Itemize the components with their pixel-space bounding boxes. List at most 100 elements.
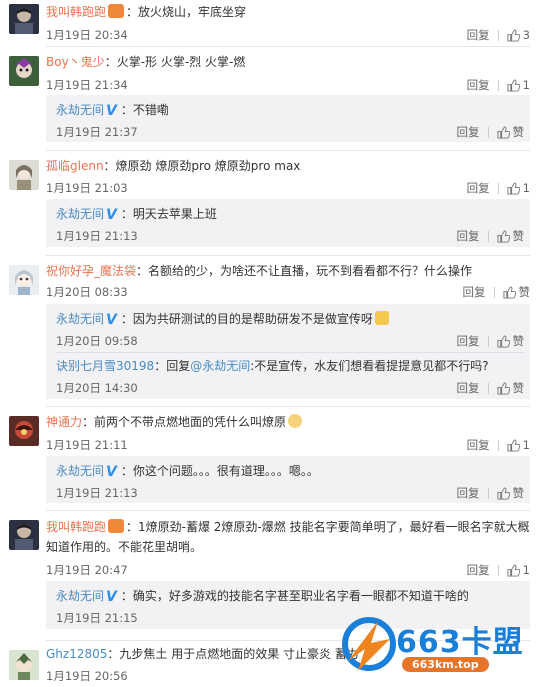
- reply-divider: [56, 352, 524, 353]
- like-button[interactable]: 3: [507, 28, 530, 42]
- reply-time: 1月19日 21:15: [56, 611, 138, 625]
- reply-time: 1月19日 21:13: [56, 229, 138, 243]
- comment-text: 我叫韩跑跑 ：1燎原劲-蓄爆 2燎原劲-爆燃 技能名字要简单明了，最好看一眼名字就…: [46, 519, 530, 554]
- reply-box: 永劫无间 V ：你这个问题。。。很有道理。。。嗯。。 1月19日 21:13 回复 …: [46, 456, 530, 503]
- site-watermark: 663卡盟 663km.top: [338, 611, 534, 683]
- like-button[interactable]: 1: [507, 563, 530, 577]
- like-button[interactable]: 赞: [496, 228, 524, 244]
- reply-button[interactable]: 回复: [457, 380, 480, 396]
- user-avatar[interactable]: [9, 520, 39, 550]
- user-avatar[interactable]: [9, 416, 39, 446]
- comment-text: 我叫韩跑跑 ：放火烧山，牢底坐穿: [46, 4, 247, 19]
- comment-time: 1月19日 21:03: [46, 181, 128, 195]
- reply-button[interactable]: 回复: [457, 333, 480, 349]
- comment-actions: 回复 3: [467, 27, 530, 43]
- reply-text: 永劫无间 V ：因为共研测试的目的是帮助研发不是做宣传呀: [56, 310, 389, 329]
- action-divider: [493, 286, 495, 298]
- user-avatar[interactable]: [9, 265, 39, 295]
- username-link[interactable]: 我叫韩跑跑: [46, 520, 106, 534]
- username-link[interactable]: 祝你好孕_魔法袋: [46, 264, 136, 278]
- thumbs-up-icon: [496, 334, 510, 348]
- action-divider: [487, 382, 489, 394]
- reply-button[interactable]: 回复: [467, 562, 490, 578]
- site-logo-icon: [342, 617, 396, 671]
- mention-link[interactable]: @永劫无间: [190, 359, 250, 373]
- thumbs-up-icon: [496, 486, 510, 500]
- reply-button[interactable]: 回复: [467, 77, 490, 93]
- action-divider: [497, 79, 499, 91]
- reply-actions: 回复 赞: [457, 380, 525, 396]
- comment-item: Boy丶鬼少：火掌-形 火掌-烈 火掌-燃 1月19日 21:34 回复 1 永…: [0, 47, 540, 150]
- user-avatar[interactable]: [9, 4, 39, 34]
- comment-time: 1月20日 08:33: [46, 285, 128, 299]
- user-avatar[interactable]: [9, 56, 39, 86]
- comment-item: 我叫韩跑跑 ：放火烧山，牢底坐穿 1月19日 20:34 回复 3: [0, 0, 540, 46]
- vip-badge-icon: [108, 519, 125, 533]
- username-link[interactable]: Ghz12805: [46, 647, 107, 661]
- comment-time: 1月19日 20:47: [46, 563, 128, 577]
- action-divider: [487, 487, 489, 499]
- reply-text: 永劫无间 V ：明天去苹果上班: [56, 207, 217, 223]
- username-link[interactable]: 永劫无间: [56, 103, 104, 117]
- username-link[interactable]: 诀别七月雪30198: [56, 359, 154, 373]
- username-link[interactable]: 永劫无间: [56, 312, 104, 326]
- action-divider: [497, 29, 499, 41]
- like-button[interactable]: 1: [507, 181, 530, 195]
- like-button[interactable]: 赞: [496, 333, 524, 349]
- reply-button[interactable]: 回复: [457, 124, 480, 140]
- username-link[interactable]: Boy丶鬼少: [46, 55, 105, 69]
- verified-icon: V: [106, 589, 117, 605]
- reply-time: 1月19日 21:37: [56, 125, 138, 139]
- comment-item: 孤临glenn：燎原劲 燎原劲pro 燎原劲pro max 1月19日 21:0…: [0, 151, 540, 254]
- reply-button[interactable]: 回复: [457, 485, 480, 501]
- action-divider: [487, 126, 489, 138]
- like-count: 1: [522, 563, 530, 577]
- reply-button[interactable]: 回复: [467, 437, 490, 453]
- thumbs-up-icon: [507, 78, 520, 92]
- username-link[interactable]: 神通力: [46, 415, 82, 429]
- comment-actions: 回复 1: [467, 562, 530, 578]
- username-link[interactable]: 永劫无间: [56, 207, 104, 221]
- comment-text: 祝你好孕_魔法袋：名额给的少，为啥还不让直播，玩不到看看都不行？什么操作: [46, 264, 473, 278]
- reply-button[interactable]: 回复: [457, 228, 480, 244]
- reply-box: 永劫无间 V ：因为共研测试的目的是帮助研发不是做宣传呀 1月20日 09:58 回…: [46, 304, 530, 399]
- reply-button[interactable]: 回复: [467, 180, 490, 196]
- reply-text: 永劫无间 V ：确实，好多游戏的技能名字甚至职业名字看一眼都不知道干啥的: [56, 589, 469, 605]
- username-link[interactable]: 永劫无间: [56, 464, 104, 478]
- reply-time: 1月20日 09:58: [56, 334, 138, 348]
- thumbs-up-icon: [507, 563, 520, 577]
- like-button[interactable]: 1: [507, 78, 530, 92]
- thumbs-up-icon: [496, 229, 510, 243]
- user-avatar[interactable]: [9, 650, 39, 680]
- comment-actions: 回复 1: [467, 77, 530, 93]
- like-button[interactable]: 赞: [502, 284, 530, 300]
- like-count: 1: [522, 438, 530, 452]
- reply-text: 永劫无间 V ：你这个问题。。。很有道理。。。嗯。。: [56, 464, 319, 480]
- like-button[interactable]: 1: [507, 438, 530, 452]
- site-url: 663km.top: [402, 657, 489, 672]
- emoji-icon: [374, 311, 389, 325]
- like-count: 3: [522, 28, 530, 42]
- verified-icon: V: [106, 464, 117, 480]
- action-divider: [487, 230, 489, 242]
- username-link[interactable]: 孤临glenn: [46, 159, 104, 173]
- like-button[interactable]: 赞: [496, 380, 524, 396]
- username-link[interactable]: 永劫无间: [56, 589, 104, 603]
- reply-button[interactable]: 回复: [467, 27, 490, 43]
- like-count: 1: [522, 181, 530, 195]
- action-divider: [497, 564, 499, 576]
- like-button[interactable]: 赞: [496, 485, 524, 501]
- user-avatar[interactable]: [9, 160, 39, 190]
- reply-time: 1月19日 21:13: [56, 486, 138, 500]
- comment-time: 1月19日 20:56: [46, 669, 128, 683]
- verified-icon: V: [106, 103, 117, 119]
- action-divider: [497, 439, 499, 451]
- comment-actions: 回复 1: [467, 180, 530, 196]
- username-link[interactable]: 我叫韩跑跑: [46, 5, 106, 19]
- comment-time: 1月19日 21:34: [46, 78, 128, 92]
- comment-item: 祝你好孕_魔法袋：名额给的少，为啥还不让直播，玩不到看看都不行？什么操作 1月2…: [0, 256, 540, 406]
- reply-button[interactable]: 回复: [463, 284, 486, 300]
- thumbs-up-icon: [496, 381, 510, 395]
- action-divider: [487, 335, 489, 347]
- like-button[interactable]: 赞: [496, 124, 524, 140]
